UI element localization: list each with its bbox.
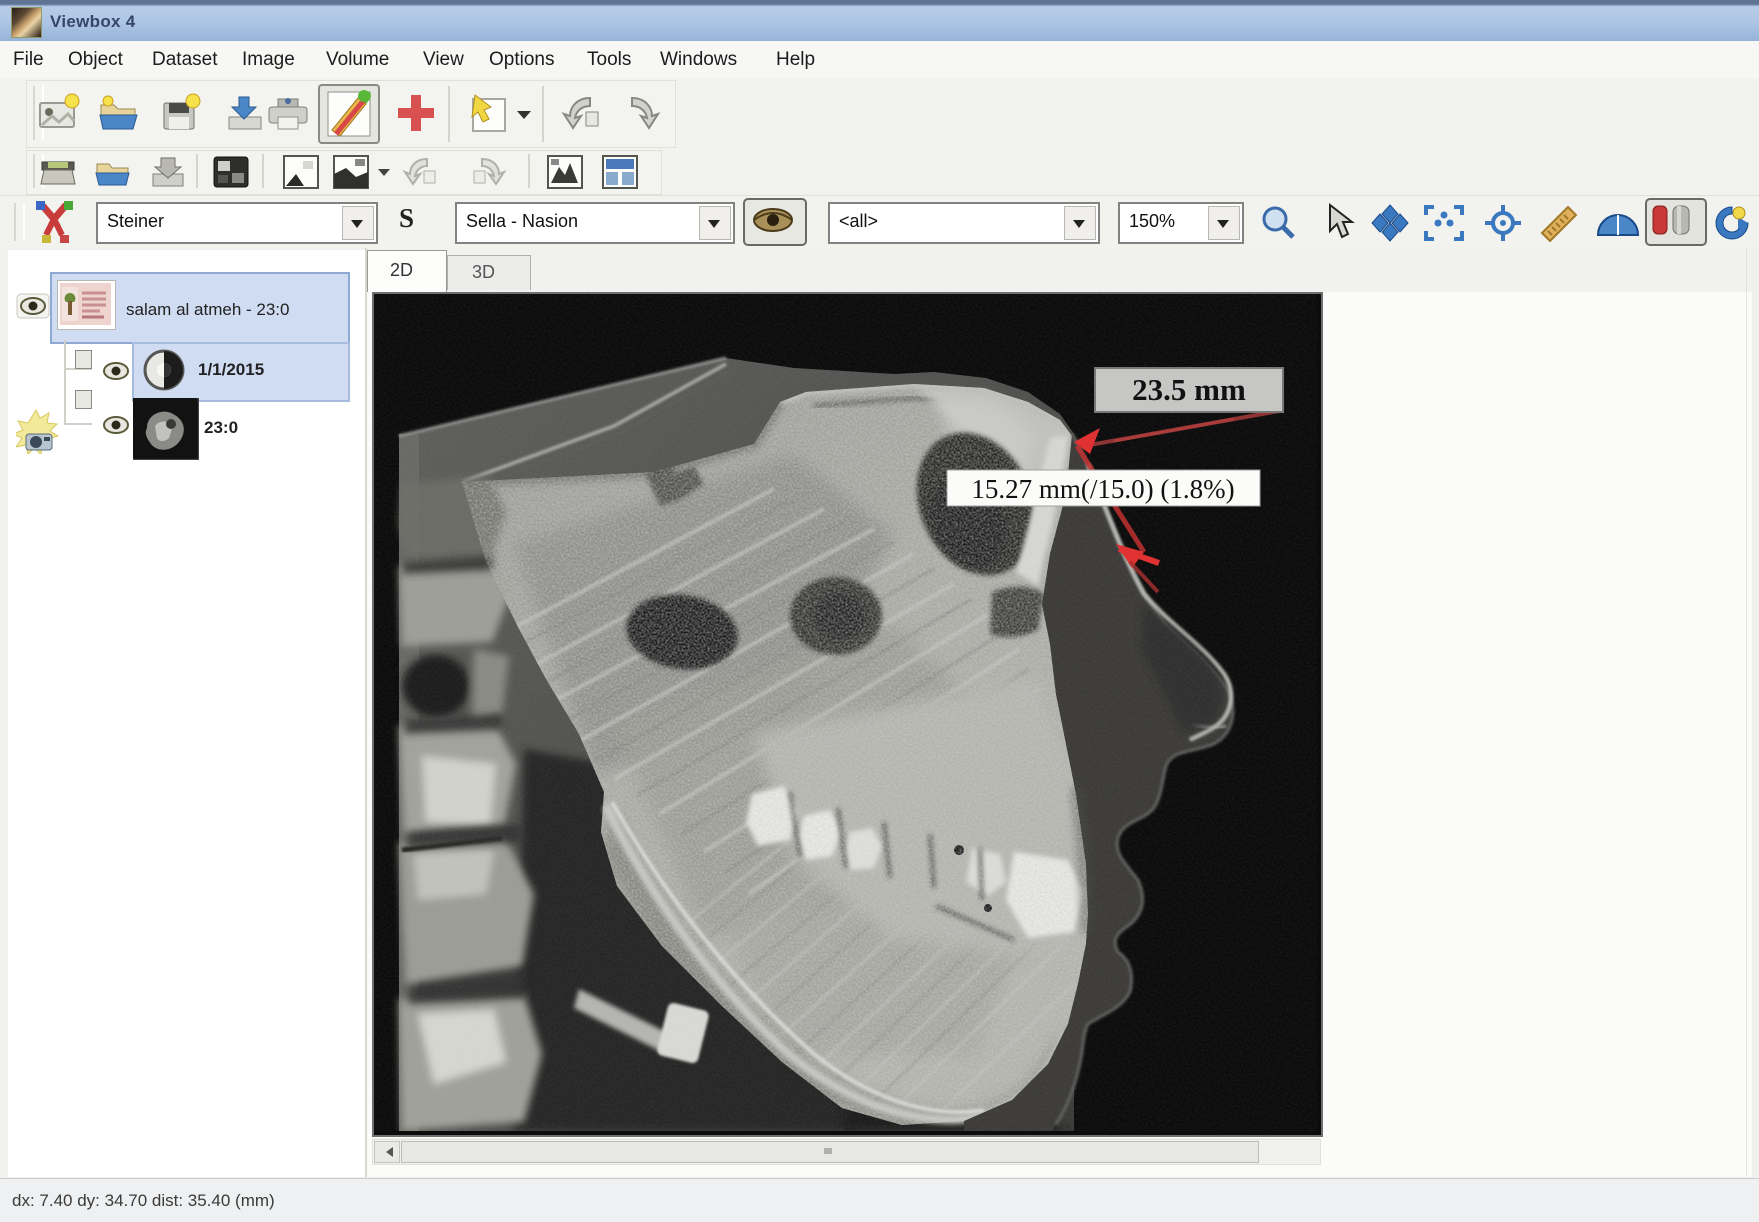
svg-text:23.5 mm: 23.5 mm [1132, 372, 1246, 407]
svg-text:15.27 mm(/15.0) (1.8%): 15.27 mm(/15.0) (1.8%) [971, 474, 1234, 504]
